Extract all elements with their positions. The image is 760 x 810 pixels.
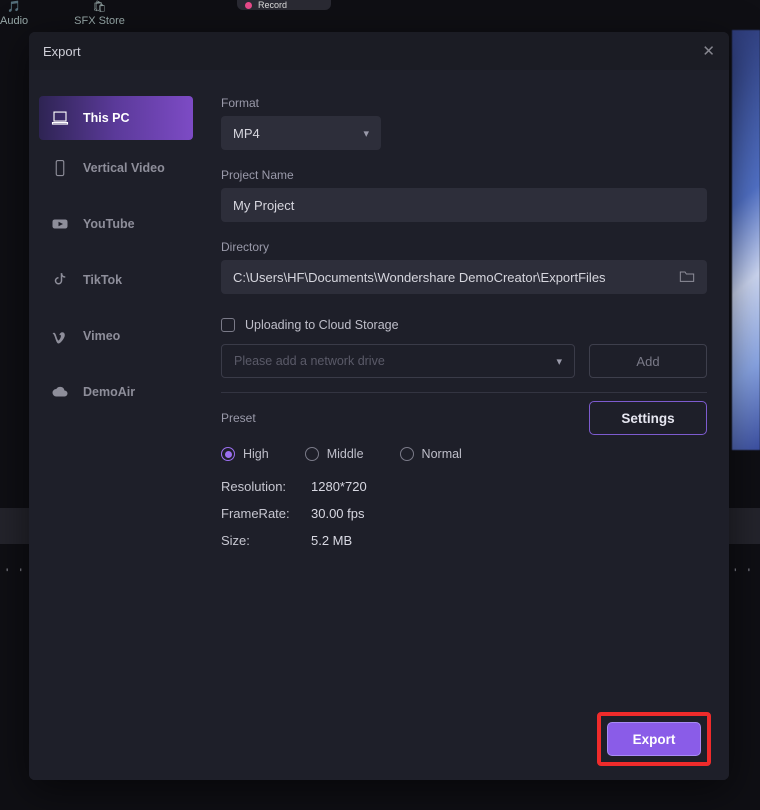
sidebar-item-label: Vertical Video (83, 161, 165, 175)
export-modal: Export ✕ This PC Vertical Video YouT (29, 32, 729, 780)
modal-header: Export ✕ (29, 32, 729, 70)
pc-icon (51, 109, 69, 127)
directory-input-wrap (221, 260, 707, 294)
radio-icon (400, 447, 414, 461)
sidebar-item-demoair[interactable]: DemoAir (29, 364, 199, 420)
youtube-icon (51, 215, 69, 233)
record-dot-icon (245, 2, 252, 9)
network-drive-placeholder: Please add a network drive (234, 354, 385, 368)
close-icon[interactable]: ✕ (702, 42, 715, 60)
size-key: Size: (221, 533, 311, 548)
project-name-input-wrap (221, 188, 707, 222)
project-name-input[interactable] (233, 198, 695, 213)
framerate-value: 30.00 fps (311, 506, 707, 521)
format-label: Format (221, 96, 707, 110)
directory-input[interactable] (233, 270, 679, 285)
project-name-label: Project Name (221, 168, 707, 182)
divider (221, 392, 707, 393)
chevron-down-icon: ▾ (363, 127, 369, 140)
modal-footer: Export (597, 712, 711, 766)
radio-label: Middle (327, 447, 364, 461)
preset-radio-high[interactable]: High (221, 447, 269, 461)
toolbar-audio[interactable]: 🎵 Audio (0, 0, 28, 30)
preset-label: Preset (221, 411, 256, 425)
format-value: MP4 (233, 126, 260, 141)
sidebar-item-vimeo[interactable]: Vimeo (29, 308, 199, 364)
modal-title: Export (43, 44, 81, 59)
toolbar-sfx-label: SFX Store (74, 15, 125, 27)
sidebar-item-label: This PC (83, 111, 130, 125)
folder-icon[interactable] (679, 269, 695, 286)
resolution-key: Resolution: (221, 479, 311, 494)
sidebar-item-label: DemoAir (83, 385, 135, 399)
sidebar-item-vertical-video[interactable]: Vertical Video (29, 140, 199, 196)
preset-radio-group: High Middle Normal (221, 447, 707, 461)
phone-icon (51, 159, 69, 177)
size-value: 5.2 MB (311, 533, 707, 548)
preset-radio-middle[interactable]: Middle (305, 447, 364, 461)
cloud-icon (51, 383, 69, 401)
cloud-upload-label: Uploading to Cloud Storage (245, 318, 399, 332)
export-button[interactable]: Export (607, 722, 701, 756)
cloud-upload-row: Uploading to Cloud Storage (221, 318, 707, 332)
radio-icon (305, 447, 319, 461)
sidebar-item-tiktok[interactable]: TikTok (29, 252, 199, 308)
toolbar-sfx-store[interactable]: 🛍 SFX Store (74, 0, 125, 30)
resolution-value: 1280*720 (311, 479, 707, 494)
vimeo-icon (51, 327, 69, 345)
network-drive-select[interactable]: Please add a network drive ▾ (221, 344, 575, 378)
app-top-toolbar: 🎵 Audio 🛍 SFX Store (0, 0, 760, 30)
sidebar-item-label: YouTube (83, 217, 135, 231)
format-select[interactable]: MP4 ▾ (221, 116, 381, 150)
tiktok-icon (51, 271, 69, 289)
radio-label: Normal (422, 447, 462, 461)
export-main-panel: Format MP4 ▾ Project Name Directory (199, 70, 729, 780)
truncation-left: ' ' (6, 566, 26, 580)
sidebar-item-label: TikTok (83, 273, 122, 287)
chevron-down-icon: ▾ (556, 355, 562, 368)
sidebar-item-this-pc[interactable]: This PC (39, 96, 193, 140)
export-sidebar: This PC Vertical Video YouTube TikTok (29, 70, 199, 780)
framerate-key: FrameRate: (221, 506, 311, 521)
sidebar-item-label: Vimeo (83, 329, 120, 343)
store-icon: 🛍 (93, 0, 107, 13)
toolbar-audio-label: Audio (0, 15, 28, 27)
radio-label: High (243, 447, 269, 461)
radio-icon (221, 447, 235, 461)
record-label: Record (258, 0, 287, 10)
cloud-upload-checkbox[interactable] (221, 318, 235, 332)
preview-panel-sliver (732, 30, 760, 450)
audio-icon: 🎵 (7, 0, 21, 13)
settings-button[interactable]: Settings (589, 401, 707, 435)
preset-specs: Resolution: 1280*720 FrameRate: 30.00 fp… (221, 479, 707, 548)
preset-radio-normal[interactable]: Normal (400, 447, 462, 461)
record-pill[interactable]: Record (237, 0, 331, 10)
add-button[interactable]: Add (589, 344, 707, 378)
truncation-right: ' ' (734, 566, 754, 580)
directory-label: Directory (221, 240, 707, 254)
sidebar-item-youtube[interactable]: YouTube (29, 196, 199, 252)
export-highlight-annotation: Export (597, 712, 711, 766)
